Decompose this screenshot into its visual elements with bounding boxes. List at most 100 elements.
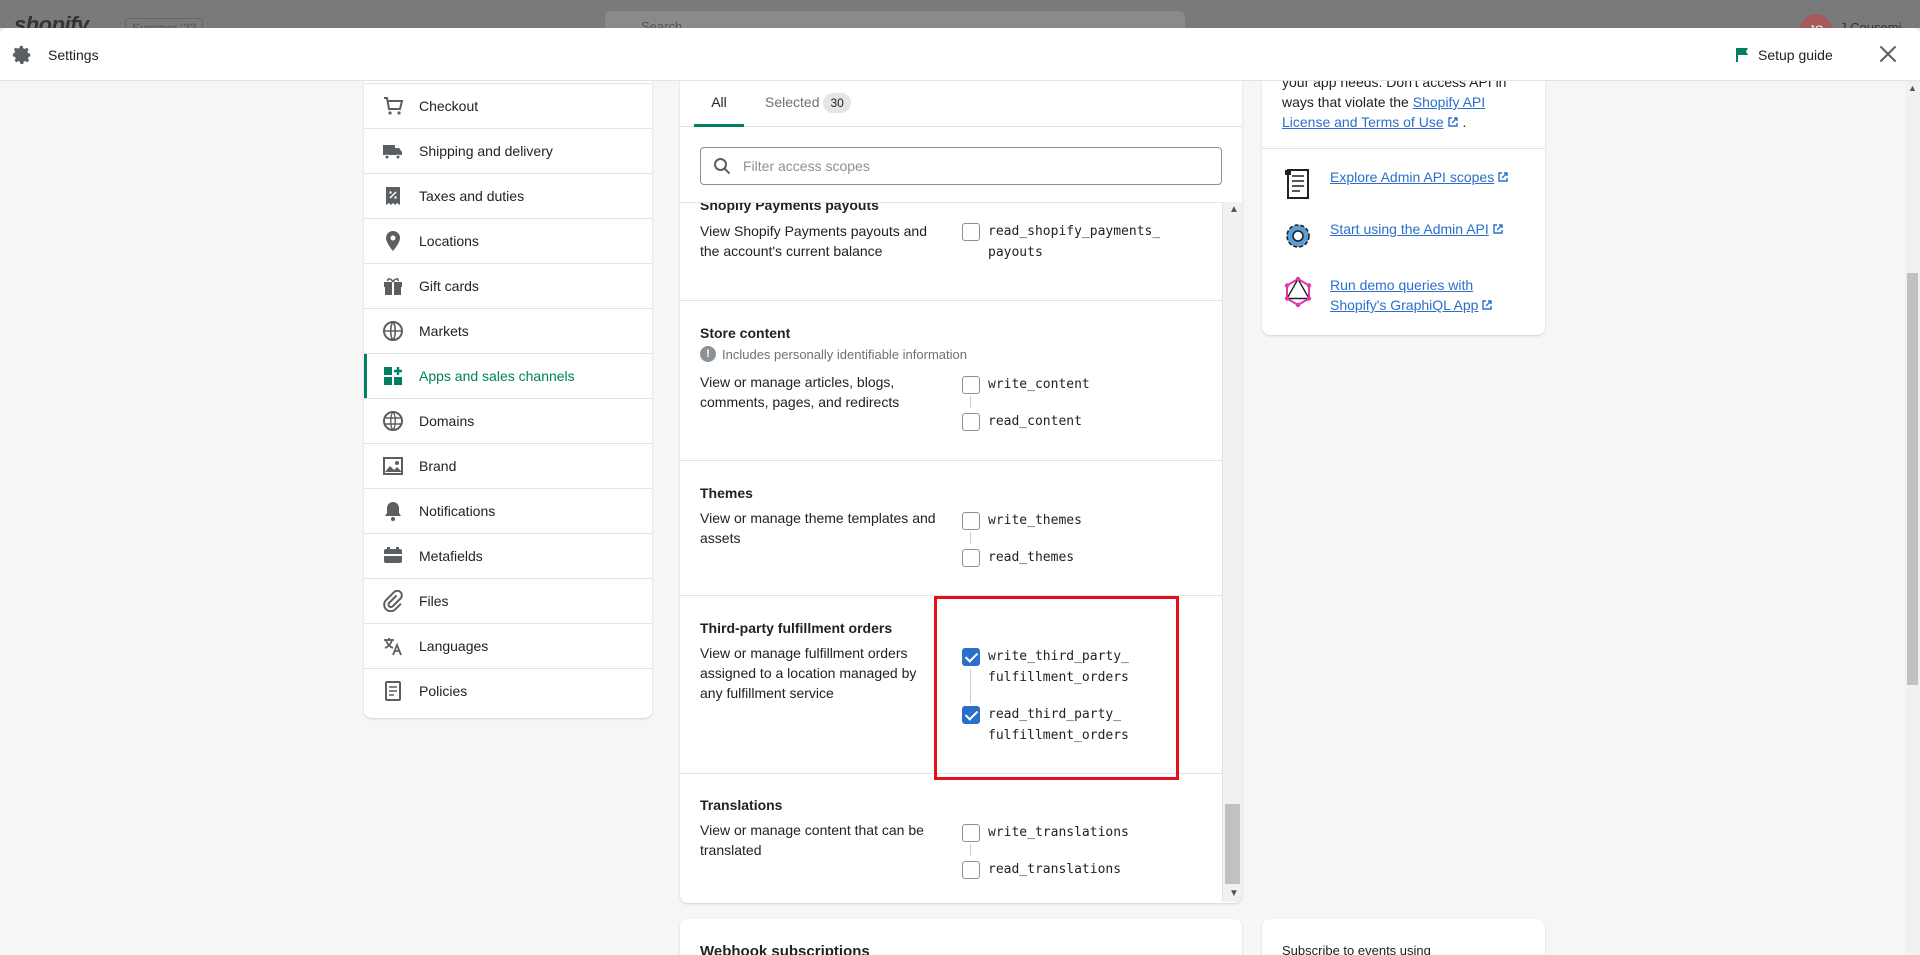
settings-content: Checkout Shipping and delivery Taxes and… <box>0 81 1920 955</box>
page-scrollbar[interactable]: ▲ <box>1905 81 1920 955</box>
section-description: View or manage theme templates and asset… <box>700 510 936 546</box>
translate-icon <box>384 638 402 656</box>
section-description: View or manage articles, blogs, comments… <box>700 374 900 410</box>
search-icon <box>714 158 731 175</box>
filter-placeholder: Filter access scopes <box>743 158 870 174</box>
webhook-subscriptions-card: Webhook subscriptions <box>680 919 1242 955</box>
link-label: Start using the Admin API <box>1330 219 1504 253</box>
external-link-icon <box>1498 172 1508 182</box>
admin-top-bar: shopify Summer '22 Search JC J Cousemi <box>0 0 1920 28</box>
scope-checkbox[interactable] <box>962 376 980 394</box>
nav-item-domains[interactable]: Domains <box>364 398 652 443</box>
nav-item-markets[interactable]: Markets <box>364 308 652 353</box>
docs-intro: your app needs. Don't access API in ways… <box>1282 81 1527 132</box>
nav-item-label: Languages <box>419 638 489 654</box>
flag-icon <box>1736 48 1748 62</box>
setup-guide-button[interactable]: Setup guide <box>1736 44 1833 66</box>
close-icon[interactable] <box>1876 42 1900 66</box>
scrollbar-thumb[interactable] <box>1225 804 1240 884</box>
link-label: Explore Admin API scopes <box>1330 167 1509 201</box>
settings-nav: Checkout Shipping and delivery Taxes and… <box>364 81 652 718</box>
external-link-icon <box>1482 300 1493 310</box>
brand-image-icon <box>383 457 403 475</box>
apps-icon <box>384 367 402 385</box>
nav-item-label: Gift cards <box>419 278 479 294</box>
nav-item-label: Shipping and delivery <box>419 143 553 159</box>
scope-section-translations: Translations View or manage content that… <box>680 774 1222 902</box>
settings-header: Settings Setup guide <box>0 28 1920 81</box>
start-using-admin-api-link[interactable]: Start using the Admin API <box>1282 219 1532 253</box>
scope-name: read_content <box>988 414 1082 429</box>
tab-selected[interactable]: Selected 30 <box>765 81 851 127</box>
nav-item-languages[interactable]: Languages <box>364 623 652 668</box>
nav-item-label: Notifications <box>419 503 496 519</box>
pii-notice: ! Includes personally identifiable infor… <box>700 346 967 362</box>
section-title: Third-party fulfillment orders <box>700 620 893 636</box>
scopes-scroll-list[interactable]: Shopify Payments payouts View Shopify Pa… <box>680 202 1222 902</box>
nav-item-apps-and-sales-channels[interactable]: Apps and sales channels <box>364 353 652 399</box>
nav-item-metafields[interactable]: Metafields <box>364 533 652 578</box>
explore-admin-api-scopes-link[interactable]: Explore Admin API scopes <box>1282 167 1532 201</box>
paperclip-icon <box>383 590 403 612</box>
docs-intro-end: . <box>1462 114 1467 130</box>
cart-icon <box>384 97 404 115</box>
scope-section-themes: Themes View or manage theme templates an… <box>680 461 1222 596</box>
scroll-down-arrow-icon[interactable]: ▼ <box>1229 888 1239 899</box>
policy-document-icon <box>385 681 401 701</box>
user-name: J Cousemi <box>1840 20 1902 28</box>
scope-name: read_shopify_payments_ payouts <box>988 224 1161 260</box>
scope-tabs: All Selected 30 <box>680 81 1242 127</box>
nav-item-label: Metafields <box>419 548 483 564</box>
metafields-icon <box>384 547 402 563</box>
link-label: Run demo queries with Shopify's GraphiQL… <box>1330 275 1532 315</box>
settings-title: Settings <box>48 47 99 63</box>
location-pin-icon <box>386 231 400 251</box>
nav-item-brand[interactable]: Brand <box>364 443 652 488</box>
scope-checkbox[interactable] <box>962 861 980 879</box>
scope-section-store-content: Store content ! Includes personally iden… <box>680 301 1222 461</box>
nav-item-gift-cards[interactable]: Gift cards <box>364 263 652 308</box>
scopes-scrollbar[interactable]: ▲ ▼ <box>1222 202 1242 902</box>
scroll-up-arrow-icon[interactable]: ▲ <box>1908 83 1917 93</box>
nav-item-locations[interactable]: Locations <box>364 218 652 263</box>
scope-name: read_translations <box>988 862 1122 877</box>
events-card: Subscribe to events using <box>1262 919 1545 955</box>
section-title: Shopify Payments payouts <box>700 202 879 213</box>
nav-item-files[interactable]: Files <box>364 578 652 623</box>
run-demo-queries-link[interactable]: Run demo queries with Shopify's GraphiQL… <box>1282 275 1532 315</box>
filter-access-scopes-input[interactable]: Filter access scopes <box>700 147 1222 185</box>
bell-icon <box>385 502 401 521</box>
shopify-logo: shopify <box>14 12 89 28</box>
scope-connector <box>970 532 971 544</box>
scope-section-shopify-payments-payouts: Shopify Payments payouts View Shopify Pa… <box>680 202 1222 301</box>
section-description: View Shopify Payments payouts and the ac… <box>700 223 927 259</box>
info-icon: ! <box>700 346 716 362</box>
nav-item-label: Apps and sales channels <box>419 368 575 384</box>
scope-checkbox[interactable] <box>962 223 980 241</box>
gear-cog-icon <box>1286 224 1310 248</box>
divider <box>1262 148 1545 149</box>
external-link-icon <box>1447 117 1458 127</box>
nav-item-shipping[interactable]: Shipping and delivery <box>364 128 652 173</box>
scope-checkbox[interactable] <box>962 512 980 530</box>
external-link-icon <box>1493 224 1503 234</box>
section-title: Store content <box>700 325 791 341</box>
nav-item-notifications[interactable]: Notifications <box>364 488 652 533</box>
nav-item-checkout[interactable]: Checkout <box>364 83 652 128</box>
scope-connector <box>970 844 971 856</box>
setup-guide-label: Setup guide <box>1758 47 1833 63</box>
tab-all[interactable]: All <box>694 81 744 127</box>
scope-checkbox[interactable] <box>962 413 980 431</box>
scope-name: write_translations <box>988 825 1129 840</box>
globe-icon <box>383 321 403 341</box>
scroll-up-arrow-icon[interactable]: ▲ <box>1229 204 1239 215</box>
scope-checkbox[interactable] <box>962 824 980 842</box>
scope-checkbox[interactable] <box>962 549 980 567</box>
nav-item-policies[interactable]: Policies <box>364 668 652 713</box>
nav-item-label: Files <box>419 593 449 609</box>
scope-name: write_themes <box>988 513 1082 528</box>
nav-item-taxes[interactable]: Taxes and duties <box>364 173 652 218</box>
scope-connector <box>970 396 971 408</box>
page-scrollbar-thumb[interactable] <box>1907 273 1918 685</box>
scroll-document-icon <box>1285 169 1309 199</box>
